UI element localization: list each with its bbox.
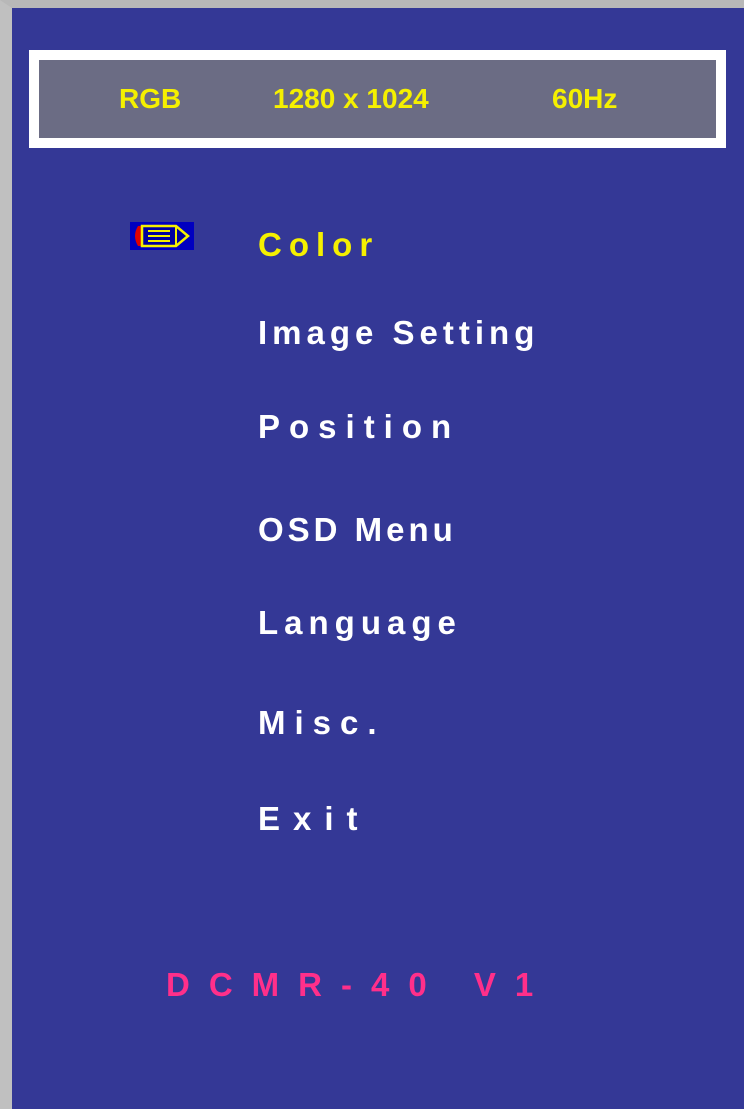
signal-mode: RGB: [119, 83, 182, 114]
menu-item-osd-menu[interactable]: OSD Menu: [258, 511, 457, 549]
signal-resolution: 1280 x 1024: [273, 83, 429, 114]
menu-item-position[interactable]: Position: [258, 408, 460, 446]
menu-item-misc[interactable]: Misc.: [258, 704, 386, 742]
signal-frequency: 60Hz: [552, 83, 618, 114]
menu-item-exit[interactable]: Exit: [258, 800, 371, 838]
signal-info-inner: RGB 1280 x 1024 60Hz: [39, 60, 716, 138]
menu-item-image-setting[interactable]: Image Setting: [258, 314, 539, 352]
pencil-pointer-icon: [130, 222, 194, 250]
menu-item-color[interactable]: Color: [258, 226, 379, 264]
menu-item-language[interactable]: Language: [258, 604, 462, 642]
osd-menu-panel: RGB 1280 x 1024 60Hz Color Image Setting…: [0, 0, 744, 1109]
firmware-version: DCMR-40 V1: [166, 966, 553, 1003]
signal-info-bar: RGB 1280 x 1024 60Hz: [29, 50, 726, 148]
